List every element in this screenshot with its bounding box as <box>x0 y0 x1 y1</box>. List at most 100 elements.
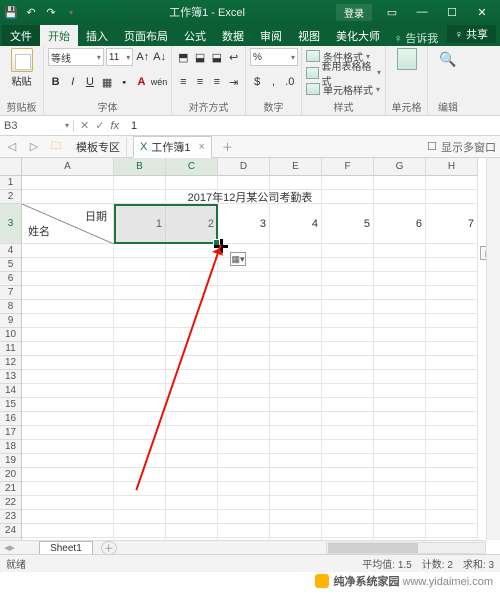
row-header-4[interactable]: 4 <box>0 244 22 258</box>
tab-formulas[interactable]: 公式 <box>176 25 214 46</box>
cell[interactable] <box>270 482 322 496</box>
border-button[interactable]: ▦ <box>100 74 115 90</box>
cell[interactable] <box>322 328 374 342</box>
row-header-6[interactable]: 6 <box>0 272 22 286</box>
cell[interactable] <box>114 468 166 482</box>
cell[interactable] <box>114 286 166 300</box>
cell[interactable] <box>426 286 478 300</box>
cell[interactable] <box>166 244 218 258</box>
cell[interactable] <box>270 258 322 272</box>
cell[interactable] <box>322 342 374 356</box>
cell[interactable]: 2 <box>166 204 218 244</box>
cell[interactable] <box>270 426 322 440</box>
cell[interactable] <box>218 468 270 482</box>
cell[interactable] <box>218 328 270 342</box>
cell[interactable] <box>426 342 478 356</box>
row-header-18[interactable]: 18 <box>0 440 22 454</box>
cell[interactable] <box>114 244 166 258</box>
cell[interactable] <box>426 524 478 538</box>
cell[interactable] <box>374 468 426 482</box>
cell[interactable] <box>114 426 166 440</box>
cell[interactable] <box>114 440 166 454</box>
cell[interactable] <box>426 468 478 482</box>
paste-button[interactable]: 粘贴 <box>11 48 33 88</box>
cell[interactable]: 4 <box>270 204 322 244</box>
nav-back-icon[interactable]: ◁ <box>4 139 20 155</box>
cell[interactable] <box>114 412 166 426</box>
qat-more-icon[interactable]: ▾ <box>64 5 78 19</box>
cell[interactable] <box>426 440 478 454</box>
cell[interactable] <box>22 482 114 496</box>
cell[interactable] <box>426 496 478 510</box>
cell[interactable] <box>322 258 374 272</box>
merge-center-icon[interactable]: ⇥ <box>226 74 241 90</box>
vertical-scrollbar[interactable] <box>486 158 500 540</box>
cell[interactable] <box>374 370 426 384</box>
currency-icon[interactable]: $ <box>250 74 264 90</box>
cell[interactable] <box>218 510 270 524</box>
col-header-B[interactable]: B <box>114 158 166 176</box>
cell[interactable] <box>114 176 166 190</box>
fill-color-button[interactable]: 🞍 <box>117 74 132 90</box>
cell[interactable] <box>322 426 374 440</box>
font-name-combo[interactable]: 等线▾ <box>48 48 104 66</box>
cell[interactable] <box>374 426 426 440</box>
cell[interactable] <box>166 300 218 314</box>
find-icon[interactable]: 🔍 <box>438 48 458 70</box>
increase-font-icon[interactable]: A↑ <box>135 49 150 65</box>
align-top-icon[interactable]: ⬒ <box>176 49 191 65</box>
row-header-8[interactable]: 8 <box>0 300 22 314</box>
row-header-12[interactable]: 12 <box>0 356 22 370</box>
home-folder-icon[interactable]: 🗀 <box>48 139 64 155</box>
cell[interactable] <box>374 482 426 496</box>
cell[interactable] <box>218 426 270 440</box>
row-header-23[interactable]: 23 <box>0 510 22 524</box>
cell[interactable] <box>426 426 478 440</box>
cell[interactable] <box>22 412 114 426</box>
worksheet[interactable]: ABCDEFGH 1234567891011121314151617181920… <box>0 158 500 554</box>
cell[interactable] <box>218 412 270 426</box>
cell[interactable] <box>22 328 114 342</box>
col-header-C[interactable]: C <box>166 158 218 176</box>
increase-decimal-icon[interactable]: .0 <box>283 74 297 90</box>
cell[interactable] <box>374 286 426 300</box>
row-header-24[interactable]: 24 <box>0 524 22 538</box>
autofill-options-button[interactable]: ▦▾ <box>230 252 246 266</box>
cell[interactable] <box>270 244 322 258</box>
cell[interactable] <box>426 454 478 468</box>
cell[interactable] <box>270 314 322 328</box>
cell[interactable] <box>270 300 322 314</box>
row-header-15[interactable]: 15 <box>0 398 22 412</box>
cell[interactable] <box>270 454 322 468</box>
row-header-11[interactable]: 11 <box>0 342 22 356</box>
cell[interactable] <box>114 524 166 538</box>
share-button[interactable]: ♀ 共享 <box>447 25 496 43</box>
name-box[interactable]: B3▾ <box>0 120 74 132</box>
workbook-tab[interactable]: X工作簿1× <box>133 136 212 158</box>
cell[interactable] <box>166 286 218 300</box>
cell[interactable] <box>374 412 426 426</box>
col-header-D[interactable]: D <box>218 158 270 176</box>
sheet-tab[interactable]: Sheet1 <box>39 541 93 555</box>
align-middle-icon[interactable]: ⬓ <box>193 49 208 65</box>
cell[interactable] <box>166 440 218 454</box>
maximize-icon[interactable]: ☐ <box>438 2 466 22</box>
bold-button[interactable]: B <box>48 74 63 90</box>
cell[interactable] <box>322 272 374 286</box>
cell[interactable] <box>426 482 478 496</box>
close-workbook-icon[interactable]: × <box>198 141 204 153</box>
cell[interactable] <box>22 342 114 356</box>
underline-button[interactable]: U <box>82 74 97 90</box>
row-header-21[interactable]: 21 <box>0 482 22 496</box>
cell[interactable] <box>322 384 374 398</box>
save-icon[interactable]: 💾 <box>4 5 18 19</box>
cell[interactable] <box>22 384 114 398</box>
cell[interactable] <box>218 440 270 454</box>
align-right-icon[interactable]: ≡ <box>210 74 225 90</box>
cell[interactable] <box>22 524 114 538</box>
cell[interactable] <box>166 328 218 342</box>
cell[interactable] <box>374 244 426 258</box>
cell[interactable] <box>218 384 270 398</box>
cell[interactable] <box>218 314 270 328</box>
cell[interactable]: 5 <box>322 204 374 244</box>
